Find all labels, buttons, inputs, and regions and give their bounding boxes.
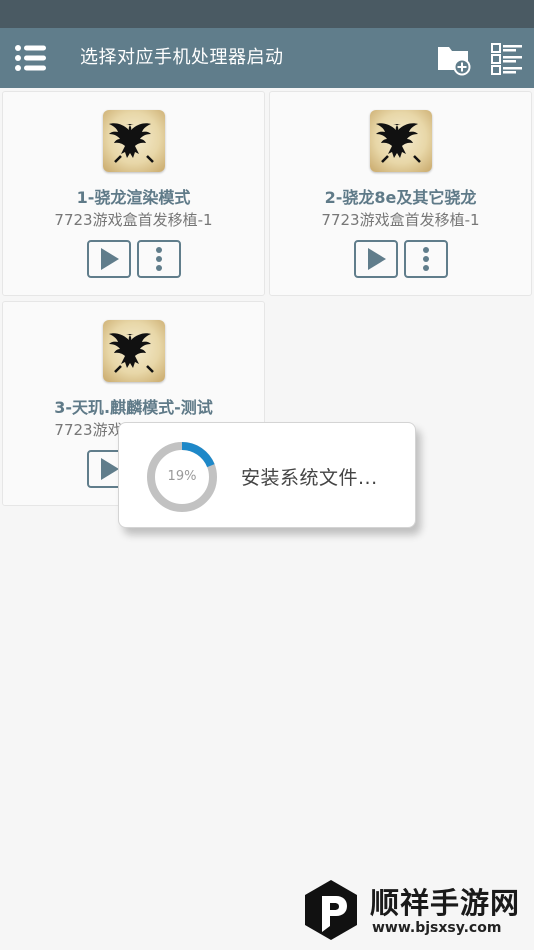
more-vertical-icon: [423, 247, 429, 271]
eagle-emblem-icon: [369, 110, 432, 172]
menu-icon[interactable]: [14, 42, 48, 74]
play-button[interactable]: [354, 240, 398, 278]
progress-percent: 19%: [167, 469, 197, 484]
container-name: 2-骁龙8e及其它骁龙: [324, 188, 477, 207]
container-card-1[interactable]: 1-骁龙渲染模式 7723游戏盒首发移植-1: [2, 91, 265, 296]
container-card-2[interactable]: 2-骁龙8e及其它骁龙 7723游戏盒首发移植-1: [269, 91, 532, 296]
container-subtitle: 7723游戏盒首发移植-1: [321, 211, 480, 229]
progress-dialog: 19% 安装系统文件...: [118, 422, 416, 528]
list-view-icon[interactable]: [490, 42, 524, 76]
more-vertical-icon: [156, 247, 162, 271]
page-title: 选择对应手机处理器启动: [80, 47, 284, 68]
app-bar: 选择对应手机处理器启动: [0, 28, 534, 88]
play-icon: [368, 248, 386, 270]
watermark-url: www.bjsxsy.com: [372, 920, 502, 936]
status-bar: [0, 0, 534, 28]
more-options-button[interactable]: [404, 240, 448, 278]
play-icon: [101, 248, 119, 270]
watermark-name: 顺祥手游网: [370, 886, 521, 920]
folder-add-icon[interactable]: [436, 42, 472, 76]
more-options-button[interactable]: [137, 240, 181, 278]
site-logo-icon: [302, 878, 360, 942]
play-button[interactable]: [87, 240, 131, 278]
container-name: 3-天玑.麒麟模式-测试: [54, 398, 213, 417]
eagle-emblem-icon: [102, 320, 165, 382]
progress-message: 安装系统文件...: [241, 467, 378, 489]
eagle-emblem-icon: [102, 110, 165, 172]
watermark: 顺祥手游网 www.bjsxsy.com: [302, 876, 532, 946]
container-subtitle: 7723游戏盒首发移植-1: [54, 211, 213, 229]
container-name: 1-骁龙渲染模式: [76, 188, 191, 207]
